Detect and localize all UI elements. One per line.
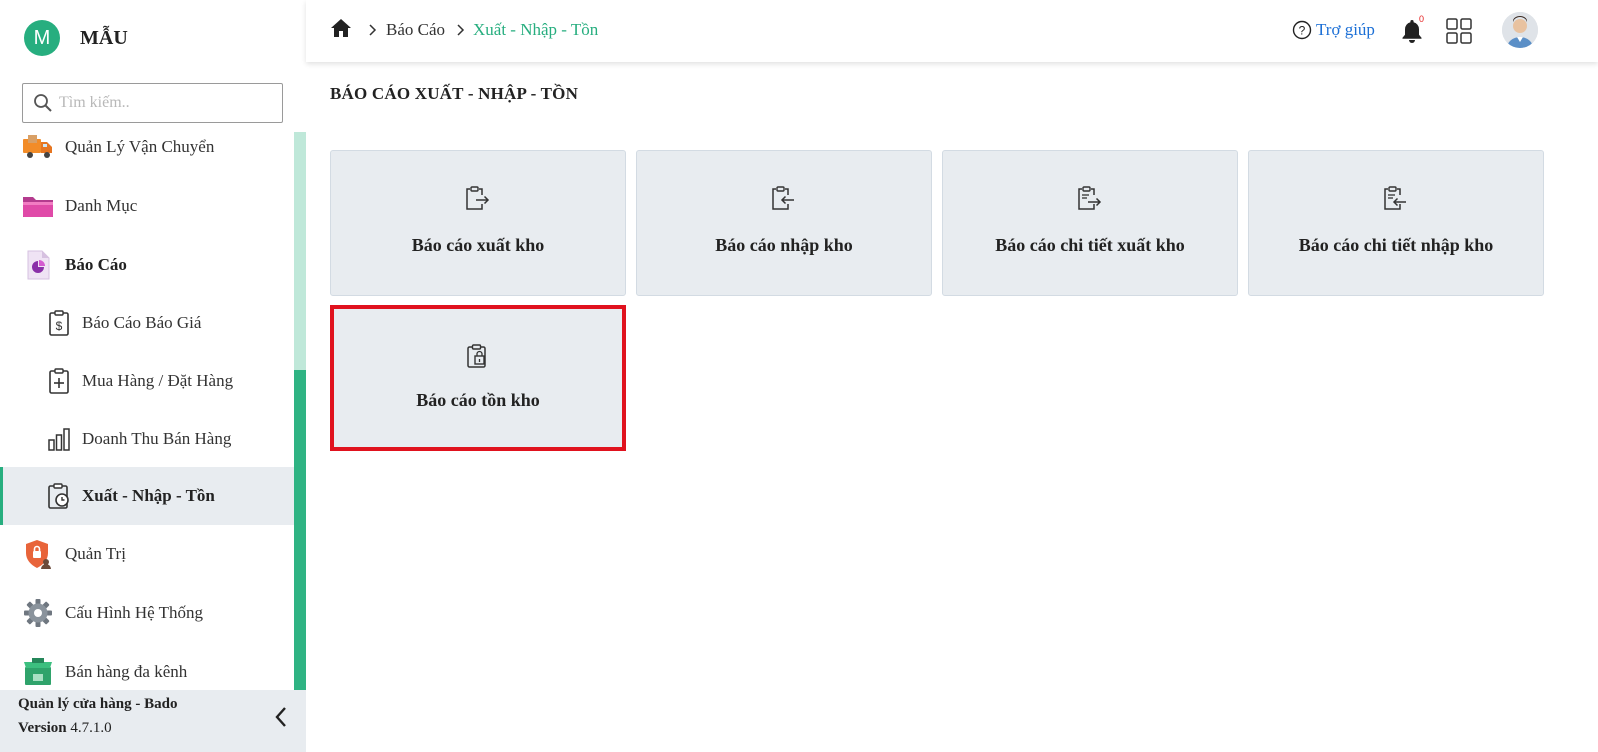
sidebar-scrollbar-thumb[interactable] bbox=[294, 370, 306, 690]
sidebar-item-purchase-order[interactable]: Mua Hàng / Đặt Hàng bbox=[0, 352, 294, 410]
version-label: Version bbox=[18, 720, 67, 736]
sidebar-item-reports[interactable]: Báo Cáo bbox=[0, 236, 294, 294]
admin-shield-icon bbox=[22, 538, 54, 570]
sidebar-item-label: Bán hàng đa kênh bbox=[65, 662, 188, 681]
card-stock-report[interactable]: Báo cáo tồn kho bbox=[330, 305, 626, 451]
sidebar-item-label: Xuất - Nhập - Tồn bbox=[82, 486, 215, 505]
sidebar-footer: Quản lý cửa hàng - Bado Version 4.7.1.0 bbox=[0, 690, 306, 752]
multichannel-store-icon bbox=[22, 656, 54, 688]
breadcrumb-current: Xuất - Nhập - Tồn bbox=[473, 20, 599, 39]
card-label: Báo cáo nhập kho bbox=[715, 235, 853, 255]
collapse-sidebar-button[interactable] bbox=[268, 704, 294, 730]
sidebar-item-admin[interactable]: Quản Trị bbox=[0, 525, 294, 583]
svg-text:?: ? bbox=[1299, 24, 1306, 38]
bar-chart-icon bbox=[46, 426, 72, 452]
brand: M MẪU bbox=[24, 20, 128, 56]
app-name: Quản lý cửa hàng - Bado bbox=[18, 696, 178, 712]
clipboard-list-import-icon bbox=[1383, 185, 1409, 216]
chevron-right-icon bbox=[457, 24, 465, 36]
sidebar-item-label: Mua Hàng / Đặt Hàng bbox=[82, 371, 234, 390]
sidebar: M MẪU Quản Lý Vận Chuyển bbox=[0, 0, 306, 752]
chevron-right-icon bbox=[369, 24, 377, 36]
card-export-detail-report[interactable]: Báo cáo chi tiết xuất kho bbox=[942, 150, 1238, 296]
clipboard-import-icon bbox=[771, 185, 797, 216]
apps-grid-icon[interactable] bbox=[1446, 18, 1472, 49]
svg-text:$: $ bbox=[56, 319, 63, 333]
sidebar-item-label: Báo Cáo Báo Giá bbox=[82, 313, 202, 332]
clipboard-stock-icon bbox=[465, 343, 491, 374]
sidebar-item-import-export-stock[interactable]: Xuất - Nhập - Tồn bbox=[0, 467, 294, 525]
sidebar-item-label: Cấu Hình Hệ Thống bbox=[65, 603, 204, 622]
sidebar-item-label: Quản Lý Vận Chuyển bbox=[65, 137, 215, 156]
search-icon bbox=[34, 94, 52, 112]
card-export-report[interactable]: Báo cáo xuất kho bbox=[330, 150, 626, 296]
breadcrumb-reports[interactable]: Báo Cáo bbox=[386, 20, 445, 40]
card-label: Báo cáo chi tiết nhập kho bbox=[1298, 235, 1494, 255]
sidebar-item-category[interactable]: Danh Mục bbox=[0, 177, 294, 235]
card-label: Báo cáo chi tiết xuất kho bbox=[995, 235, 1185, 255]
sidebar-item-system-config[interactable]: Cấu Hình Hệ Thống bbox=[0, 584, 294, 642]
clipboard-plus-icon bbox=[46, 368, 72, 394]
notification-count-badge: 0 bbox=[1419, 14, 1425, 24]
clipboard-dollar-icon: $ bbox=[46, 310, 72, 336]
card-import-report[interactable]: Báo cáo nhập kho bbox=[636, 150, 932, 296]
sidebar-item-label: Doanh Thu Bán Hàng bbox=[82, 429, 232, 448]
help-circle-icon: ? bbox=[1292, 20, 1312, 40]
home-icon[interactable] bbox=[330, 18, 352, 43]
clipboard-list-export-icon bbox=[1077, 185, 1103, 216]
clipboard-clock-icon bbox=[46, 483, 72, 509]
report-document-icon bbox=[22, 249, 54, 281]
user-avatar[interactable] bbox=[1502, 12, 1538, 48]
sidebar-item-shipping[interactable]: Quản Lý Vận Chuyển bbox=[0, 130, 294, 176]
chevron-left-icon bbox=[275, 707, 286, 727]
sidebar-item-label: Danh Mục bbox=[65, 196, 138, 215]
sidebar-item-sales-revenue[interactable]: Doanh Thu Bán Hàng bbox=[0, 410, 294, 468]
help-label: Trợ giúp bbox=[1316, 20, 1375, 39]
search-input[interactable] bbox=[59, 94, 259, 112]
sidebar-item-label: Quản Trị bbox=[65, 544, 126, 563]
help-link[interactable]: ? Trợ giúp bbox=[1292, 20, 1375, 40]
card-label: Báo cáo xuất kho bbox=[411, 235, 545, 255]
clipboard-export-icon bbox=[465, 185, 491, 216]
sidebar-item-label: Báo Cáo bbox=[65, 255, 127, 274]
card-import-detail-report[interactable]: Báo cáo chi tiết nhập kho bbox=[1248, 150, 1544, 296]
card-label: Báo cáo tồn kho bbox=[416, 390, 540, 410]
folder-icon bbox=[22, 190, 54, 222]
sidebar-menu: Quản Lý Vận Chuyển Danh Mục Báo Cáo $ Bá… bbox=[0, 130, 294, 690]
brand-avatar: M bbox=[24, 20, 60, 56]
app-version: Version 4.7.1.0 bbox=[18, 720, 112, 737]
gear-icon bbox=[22, 597, 54, 629]
search-box bbox=[22, 83, 283, 123]
version-number: 4.7.1.0 bbox=[70, 720, 112, 736]
sidebar-item-multichannel-sales[interactable]: Bán hàng đa kênh bbox=[0, 643, 294, 690]
sidebar-item-quote-report[interactable]: $ Báo Cáo Báo Giá bbox=[0, 294, 294, 352]
brand-name: MẪU bbox=[80, 26, 128, 49]
truck-icon bbox=[22, 131, 54, 163]
top-header: Báo Cáo Xuất - Nhập - Tồn ? Trợ giúp 0 bbox=[306, 0, 1598, 62]
page-title: BÁO CÁO XUẤT - NHẬP - TỒN bbox=[330, 84, 579, 103]
